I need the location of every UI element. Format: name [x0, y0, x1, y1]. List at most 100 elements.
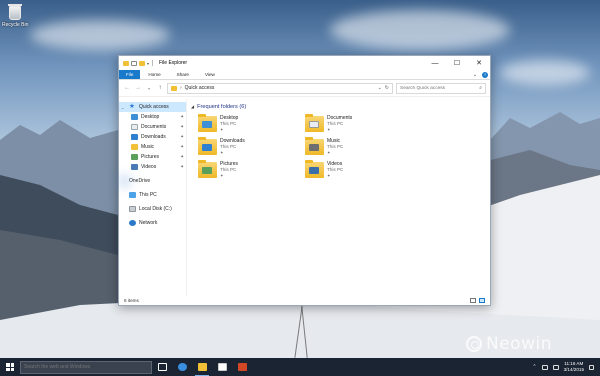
file-explorer-icon	[197, 363, 207, 371]
divider	[152, 60, 154, 66]
neowin-watermark: Neowin	[466, 334, 552, 354]
properties-icon[interactable]	[131, 60, 137, 66]
nav-music[interactable]: Music ✦	[119, 142, 186, 152]
explorer-body: ⌄ ★ Quick access Desktop ✦ Documents ✦ D…	[119, 99, 490, 296]
nav-network-label: Network	[139, 220, 158, 226]
chevron-right-icon[interactable]: ›	[180, 85, 182, 91]
quick-access-icon	[171, 85, 177, 91]
folder-grid: Desktop This PC ✦ Documents This PC ✦ Do…	[198, 113, 486, 181]
folder-tile-music[interactable]: Music This PC ✦	[305, 136, 412, 158]
pin-icon: ✦	[180, 114, 184, 119]
folder-tile-videos[interactable]: Videos This PC ✦	[305, 159, 412, 181]
computer-icon	[129, 192, 136, 198]
folder-tile-documents[interactable]: Documents This PC ✦	[305, 113, 412, 135]
pin-icon: ✦	[180, 154, 184, 159]
nav-network[interactable]: Network	[119, 218, 186, 228]
recycle-bin[interactable]: Recycle Bin	[2, 4, 28, 28]
videos-folder-icon	[305, 160, 324, 178]
file-explorer-window: ▾ File Explorer — ☐ ✕ File Home Share Vi…	[118, 55, 491, 306]
nav-item-label: Pictures	[141, 154, 160, 160]
expand-ribbon-icon[interactable]: ⌄	[470, 70, 480, 79]
collapse-triangle-icon[interactable]: ◢	[191, 104, 194, 109]
group-header-label: Frequent folders (6)	[197, 103, 247, 110]
window-title: File Explorer	[159, 60, 188, 66]
taskbar-browser[interactable]	[172, 358, 192, 376]
pin-icon: ✦	[180, 124, 184, 129]
tab-file[interactable]: File	[119, 70, 141, 79]
nav-documents[interactable]: Documents ✦	[119, 122, 186, 132]
folder-tile-pictures[interactable]: Pictures This PC ✦	[198, 159, 305, 181]
maximize-button[interactable]: ☐	[446, 56, 468, 70]
task-view-icon	[157, 363, 167, 371]
collapse-arrow-icon[interactable]: ⌄	[121, 105, 126, 110]
documents-folder-icon	[305, 114, 324, 132]
forward-button[interactable]: →	[134, 83, 142, 93]
refresh-icon[interactable]: ↻	[385, 85, 389, 91]
store-icon	[217, 363, 227, 371]
taskbar-file-explorer[interactable]	[192, 358, 212, 376]
music-folder-icon	[305, 137, 324, 155]
folder-tile-downloads[interactable]: Downloads This PC ✦	[198, 136, 305, 158]
nav-downloads[interactable]: Downloads ✦	[119, 132, 186, 142]
videos-icon	[131, 164, 138, 170]
nav-pictures[interactable]: Pictures ✦	[119, 152, 186, 162]
taskbar-office[interactable]	[232, 358, 252, 376]
up-button[interactable]: ↑	[156, 83, 164, 93]
start-button[interactable]	[0, 358, 20, 376]
watermark-text: Neowin	[486, 334, 552, 354]
large-icons-view-icon[interactable]	[479, 298, 485, 303]
item-count: 6 items	[124, 298, 139, 303]
show-hidden-icons-icon[interactable]: ⌃	[532, 364, 536, 370]
pin-icon: ✦	[327, 172, 331, 178]
taskbar-store[interactable]	[212, 358, 232, 376]
clock[interactable]: 11:16 AM 3/14/2015	[564, 361, 584, 373]
folder-tile-desktop[interactable]: Desktop This PC ✦	[198, 113, 305, 135]
help-button[interactable]: ?	[480, 70, 490, 79]
downloads-icon	[131, 134, 138, 140]
ribbon-tabs: File Home Share View ⌄ ?	[119, 70, 490, 80]
minimize-button[interactable]: —	[424, 56, 446, 70]
drive-icon	[129, 206, 136, 212]
breadcrumb[interactable]: Quick access	[185, 85, 215, 91]
status-bar: 6 items	[119, 296, 490, 305]
close-button[interactable]: ✕	[468, 56, 490, 70]
taskbar-search-input[interactable]	[24, 364, 149, 370]
nav-item-label: Music	[141, 144, 155, 150]
task-view-button[interactable]	[152, 358, 172, 376]
search-input[interactable]	[400, 85, 478, 91]
volume-icon[interactable]	[552, 364, 559, 370]
frequent-folders-header[interactable]: ◢ Frequent folders (6)	[191, 102, 486, 111]
title-bar[interactable]: ▾ File Explorer — ☐ ✕	[119, 56, 490, 70]
onedrive-icon	[121, 178, 128, 184]
search-box[interactable]: ⌕	[396, 82, 486, 94]
nav-videos[interactable]: Videos ✦	[119, 162, 186, 172]
nav-onedrive[interactable]: OneDrive	[119, 176, 186, 186]
pin-icon: ✦	[180, 164, 184, 169]
pin-icon: ✦	[220, 149, 224, 155]
nav-local-disk[interactable]: Local Disk (C:)	[119, 204, 186, 214]
downloads-folder-icon	[198, 137, 217, 155]
nav-quick-access[interactable]: ⌄ ★ Quick access	[119, 102, 186, 112]
network-tray-icon[interactable]	[541, 364, 548, 370]
notifications-icon[interactable]	[589, 364, 594, 370]
tab-view[interactable]: View	[197, 70, 223, 79]
nav-desktop[interactable]: Desktop ✦	[119, 112, 186, 122]
chevron-down-icon[interactable]: ⌄	[378, 85, 382, 91]
back-button[interactable]: ←	[123, 83, 131, 93]
pictures-icon	[131, 154, 138, 160]
recent-locations-icon[interactable]: ▾	[145, 83, 153, 93]
new-folder-icon[interactable]	[139, 60, 145, 66]
pin-icon: ✦	[220, 172, 224, 178]
customize-toolbar-icon[interactable]: ▾	[147, 61, 149, 66]
folder-icon[interactable]	[123, 60, 129, 66]
search-icon: ⌕	[479, 85, 482, 91]
address-bar[interactable]: › Quick access ⌄ ↻	[167, 82, 393, 94]
navigation-bar: ← → ▾ ↑ › Quick access ⌄ ↻ ⌕	[119, 80, 490, 97]
details-view-icon[interactable]	[470, 298, 476, 303]
taskbar-search-box[interactable]	[20, 360, 152, 374]
tab-home[interactable]: Home	[140, 70, 168, 79]
nav-onedrive-label: OneDrive	[129, 178, 151, 184]
navigation-pane: ⌄ ★ Quick access Desktop ✦ Documents ✦ D…	[119, 99, 187, 296]
nav-this-pc[interactable]: This PC	[119, 190, 186, 200]
tab-share[interactable]: Share	[169, 70, 197, 79]
